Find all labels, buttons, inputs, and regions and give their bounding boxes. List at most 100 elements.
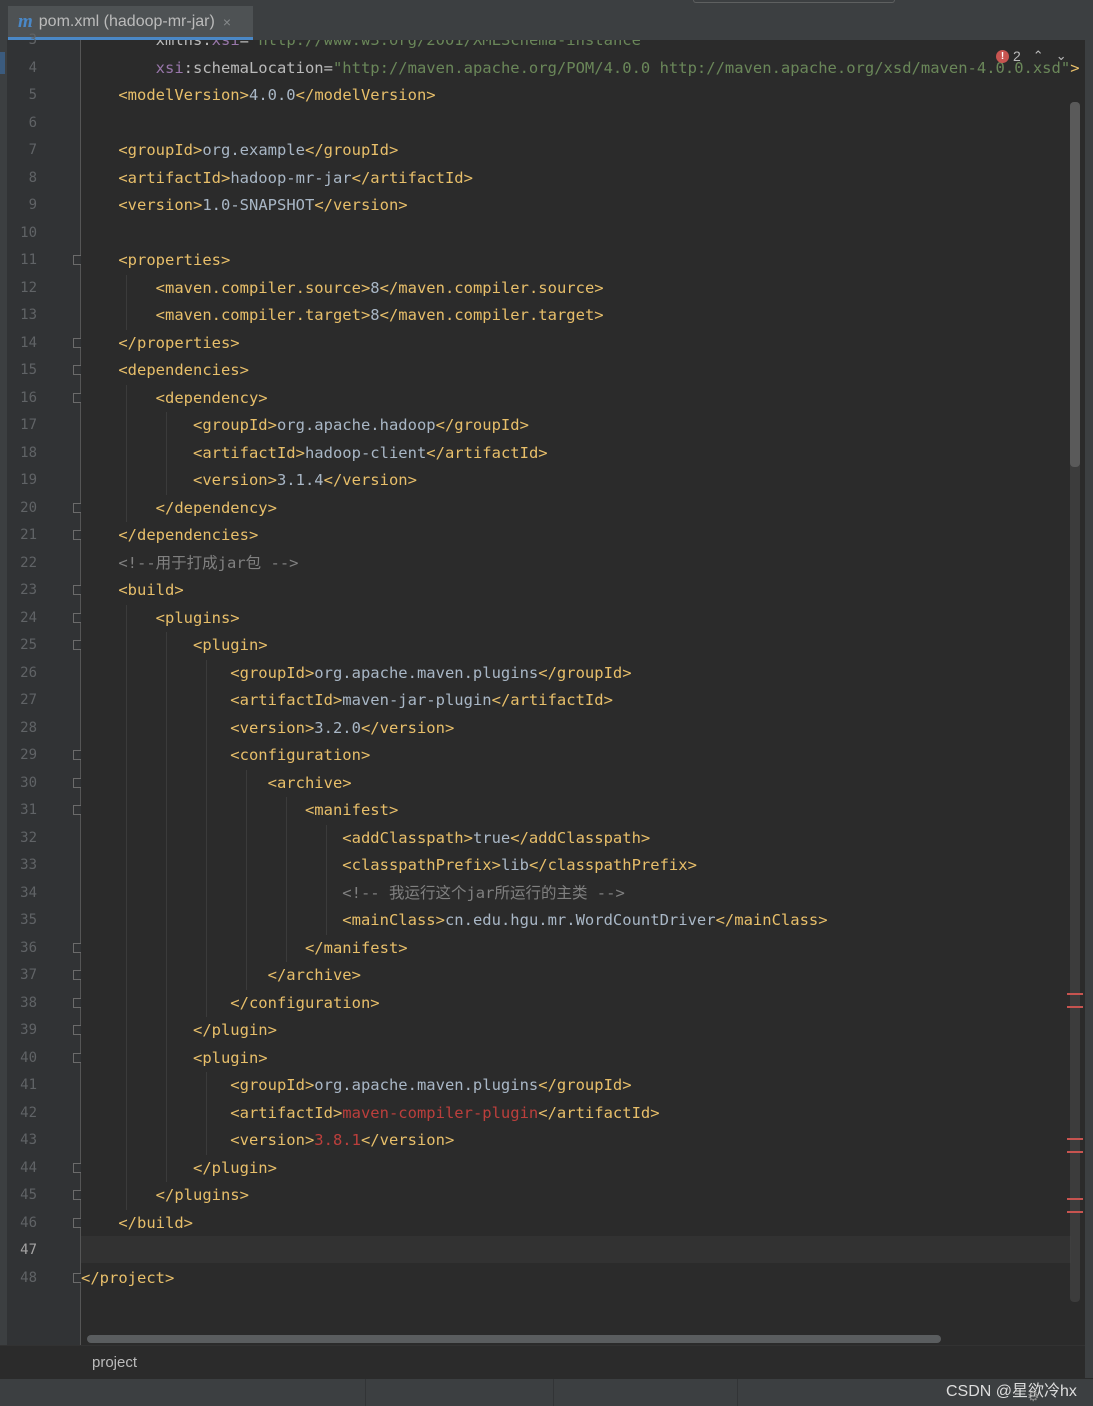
code-line[interactable]: </dependency>	[81, 495, 277, 522]
error-stripe-marker[interactable]	[1067, 1198, 1083, 1200]
code-line[interactable]: <mainClass>cn.edu.hgu.mr.WordCountDriver…	[81, 907, 827, 934]
code-line[interactable]: </manifest>	[81, 935, 408, 962]
code-line[interactable]: </project>	[81, 1265, 174, 1292]
code-line[interactable]: <version>1.0-SNAPSHOT</version>	[81, 192, 408, 219]
code-token: =	[239, 40, 249, 49]
code-token: 8	[370, 278, 380, 297]
code-line[interactable]: <build>	[81, 577, 183, 604]
code-line[interactable]: <plugin>	[81, 632, 268, 659]
code-token: <configuration>	[81, 746, 371, 764]
code-line[interactable]: <classpathPrefix>lib</classpathPrefix>	[81, 852, 697, 879]
code-line[interactable]: <maven.compiler.source>8</maven.compiler…	[81, 275, 604, 302]
error-icon: !	[996, 49, 1009, 63]
code-line[interactable]: <dependencies>	[81, 357, 249, 384]
error-stripe-marker[interactable]	[1067, 993, 1083, 995]
code-token: <classpathPrefix>	[81, 856, 501, 874]
code-line[interactable]: <!-- 我运行这个jar所运行的主类 -->	[81, 880, 625, 907]
code-line[interactable]: <maven.compiler.target>8</maven.compiler…	[81, 302, 604, 329]
code-token: </addClasspath>	[510, 828, 651, 847]
code-line[interactable]: <configuration>	[81, 742, 370, 769]
breadcrumb-item-project[interactable]: project	[92, 1354, 137, 1371]
code-line[interactable]: xsi:schemaLocation="http://maven.apache.…	[81, 55, 1080, 82]
code-token: </version>	[314, 196, 408, 214]
inspection-widget[interactable]: ! 2 ⌃ ⌄	[996, 48, 1067, 64]
chevron-up-icon[interactable]: ⌃	[1033, 48, 1044, 64]
line-number: 32	[20, 829, 37, 846]
code-line[interactable]: <version>3.8.1</version>	[81, 1127, 454, 1154]
error-stripe-marker[interactable]	[1067, 1138, 1083, 1140]
error-stripe-marker[interactable]	[1067, 1151, 1083, 1153]
code-line[interactable]: <artifactId>maven-compiler-plugin</artif…	[81, 1100, 660, 1127]
code-line[interactable]: <version>3.1.4</version>	[81, 467, 417, 494]
code-line[interactable]: <artifactId>hadoop-client</artifactId>	[81, 440, 548, 467]
code-token: 3.8.1	[314, 1131, 361, 1149]
code-token: :schemaLocation=	[183, 58, 333, 77]
code-line[interactable]: <addClasspath>true</addClasspath>	[81, 825, 650, 852]
code-line[interactable]: </build>	[81, 1210, 193, 1237]
code-line[interactable]: <!--用于打成jar包 -->	[81, 550, 298, 577]
code-token: <manifest>	[81, 801, 399, 819]
code-line[interactable]: </plugin>	[81, 1017, 277, 1044]
code-line[interactable]: <archive>	[81, 770, 352, 797]
code-line[interactable]: <properties>	[81, 247, 230, 274]
code-token: </version>	[360, 718, 455, 737]
line-number-gutter[interactable]: 3 4 5 6 7 8 9 10 11 12 13 14 15 16 17 18 19 20 21 22 23 24 25 2…	[7, 32, 83, 1345]
error-stripe-marker[interactable]	[1067, 1006, 1083, 1008]
code-token: <mainClass>	[81, 911, 445, 929]
right-tool-strip	[1085, 0, 1093, 1378]
code-line[interactable]: <plugin>	[81, 1045, 268, 1072]
code-line[interactable]: </archive>	[81, 962, 361, 989]
breadcrumb: project	[0, 1345, 1085, 1379]
code-token: </groupId>	[435, 416, 529, 434]
tab-pom-xml[interactable]: m pom.xml (hadoop-mr-jar) ×	[8, 6, 253, 40]
line-number: 39	[20, 1022, 37, 1038]
code-line[interactable]: <groupId>org.apache.maven.plugins</group…	[81, 1072, 631, 1099]
code-line[interactable]: <groupId>org.example</groupId>	[81, 137, 398, 164]
code-token: <addClasspath>	[81, 828, 473, 847]
tool-window-marker[interactable]	[0, 52, 5, 74]
code-token: xsi	[155, 58, 184, 77]
error-count: 2	[1013, 48, 1021, 64]
code-line[interactable]: </properties>	[81, 330, 239, 357]
code-line[interactable]: <groupId>org.apache.maven.plugins</group…	[81, 660, 631, 687]
code-line[interactable]: xmlns:xsi="http://www.w3.org/2001/XMLSch…	[81, 40, 651, 54]
code-token: <version>	[81, 196, 203, 214]
code-line[interactable]: </plugin>	[81, 1155, 277, 1182]
line-number: 43	[20, 1132, 37, 1148]
left-tool-strip	[0, 40, 7, 1378]
code-token: maven-compiler-plugin	[342, 1103, 539, 1122]
code-line[interactable]: <version>3.2.0</version>	[81, 715, 454, 742]
code-token: </artifactId>	[538, 1103, 660, 1122]
code-token: lib	[500, 856, 529, 874]
code-token: </plugin>	[81, 1158, 277, 1177]
line-number: 5	[28, 87, 37, 103]
line-number: 41	[20, 1077, 37, 1093]
gear-icon: ⚙	[1027, 1388, 1040, 1404]
code-token: <groupId>	[81, 141, 203, 159]
horizontal-scrollbar[interactable]	[87, 1335, 941, 1343]
code-token: </dependencies>	[81, 526, 259, 544]
line-number: 23	[20, 582, 37, 598]
code-line[interactable]: <dependency>	[81, 385, 268, 412]
line-number: 40	[20, 1049, 37, 1066]
close-icon[interactable]: ×	[223, 14, 231, 30]
code-line[interactable]: <artifactId>hadoop-mr-jar</artifactId>	[81, 165, 473, 192]
code-editor[interactable]: xmlns:xsi="http://www.w3.org/2001/XMLSch…	[81, 40, 1085, 1345]
code-line[interactable]: <artifactId>maven-jar-plugin</artifactId…	[81, 687, 613, 714]
code-token: <groupId>	[81, 416, 277, 434]
code-token: <maven.compiler.target>	[81, 306, 371, 324]
code-line[interactable]: <modelVersion>4.0.0</modelVersion>	[81, 82, 435, 109]
line-number: 35	[20, 912, 37, 928]
vertical-scrollbar-thumb[interactable]	[1070, 102, 1080, 467]
code-token: hadoop-mr-jar	[230, 168, 352, 187]
line-number: 9	[28, 197, 37, 213]
code-line[interactable]: </configuration>	[81, 990, 379, 1017]
code-line[interactable]: </plugins>	[81, 1182, 249, 1209]
code-line[interactable]: </dependencies>	[81, 522, 258, 549]
code-line[interactable]: <groupId>org.apache.hadoop</groupId>	[81, 412, 529, 439]
code-line[interactable]: <plugins>	[81, 605, 240, 632]
status-divider	[553, 1379, 554, 1406]
error-stripe-marker[interactable]	[1067, 1211, 1083, 1213]
code-line[interactable]: <manifest>	[81, 797, 398, 824]
chevron-down-icon[interactable]: ⌄	[1056, 48, 1067, 64]
